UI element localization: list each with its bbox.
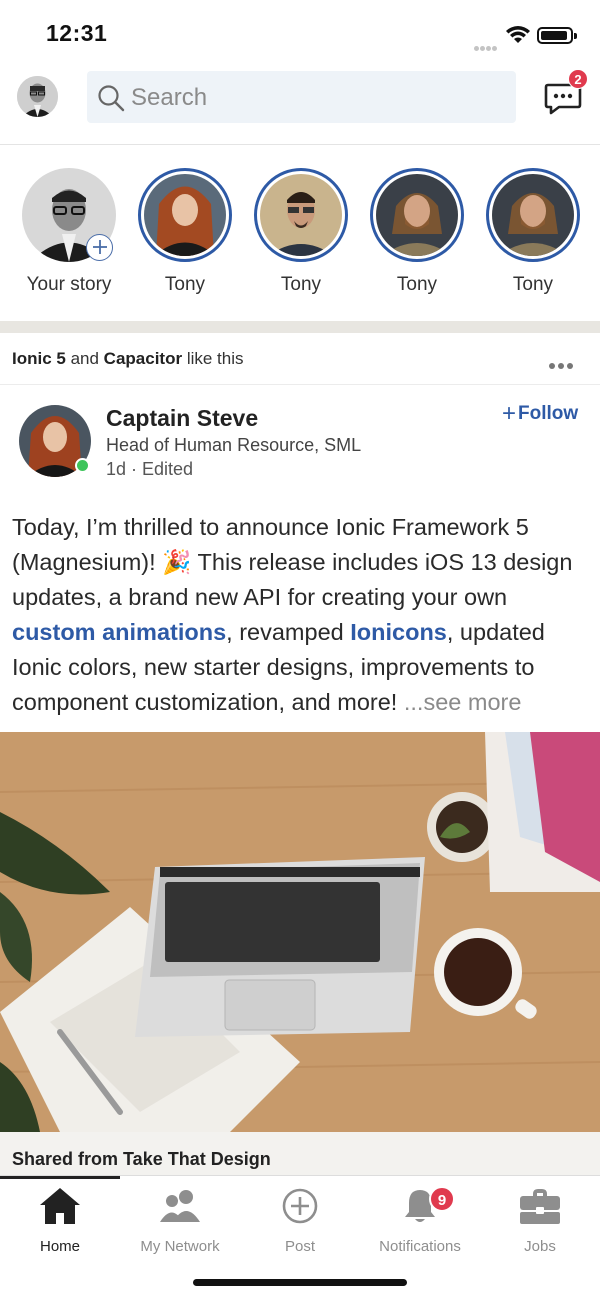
search-placeholder: Search: [131, 84, 208, 111]
profile-photo: [17, 76, 58, 117]
active-tab-indicator: [0, 1176, 120, 1179]
post-text-1: Today, I’m thrilled to announce Ionic Fr…: [12, 514, 573, 610]
liked-by-2[interactable]: Capacitor: [104, 349, 182, 368]
liked-suffix: like this: [182, 349, 244, 368]
story-name: Tony: [280, 274, 322, 295]
wifi-icon: [506, 26, 530, 43]
add-post-icon: [282, 1188, 318, 1224]
post-text-2: , revamped: [226, 619, 351, 645]
tab-label: Jobs: [524, 1238, 556, 1255]
tab-label: Home: [39, 1238, 80, 1255]
post-link-ionicons[interactable]: Ionicons: [350, 619, 447, 645]
story-avatar: [260, 174, 342, 256]
story-avatar: [376, 174, 458, 256]
post-social-context: Ionic 5 and Capacitor like this: [0, 333, 600, 385]
post-author: Captain Steve Head of Human Resource, SM…: [0, 385, 600, 495]
tab-label: Post: [284, 1238, 315, 1255]
follow-button[interactable]: + Follow: [502, 400, 578, 428]
stories-row: Your story Tony Tony Tony Tony: [0, 146, 600, 321]
home-icon: [40, 1188, 80, 1224]
liked-by-text: Ionic 5 and Capacitor like this: [12, 349, 244, 369]
online-status-indicator: [75, 458, 90, 473]
status-time: 12:31: [46, 20, 108, 46]
add-story-icon[interactable]: [86, 234, 113, 261]
tab-notifications[interactable]: 9 Notifications: [360, 1184, 480, 1255]
plus-icon: +: [502, 400, 517, 427]
profile-avatar[interactable]: [17, 76, 58, 117]
home-indicator: [193, 1279, 407, 1286]
messages-badge: 2: [568, 69, 588, 89]
search-input[interactable]: Search: [87, 71, 516, 123]
story-item[interactable]: Tony: [251, 168, 351, 296]
story-item[interactable]: Tony: [483, 168, 583, 296]
post-timestamp: 1d · Edited: [106, 459, 194, 479]
post-image[interactable]: [0, 732, 600, 1132]
author-name[interactable]: Captain Steve: [106, 405, 258, 432]
notifications-badge: 9: [429, 1186, 455, 1212]
my-network-icon: [160, 1190, 200, 1222]
tab-label: My Network: [140, 1238, 220, 1255]
post-body: Today, I’m thrilled to announce Ionic Fr…: [12, 510, 590, 720]
more-options-icon[interactable]: [549, 356, 576, 374]
liked-by-1[interactable]: Ionic 5: [12, 349, 66, 368]
story-name: Tony: [512, 274, 554, 295]
tab-home[interactable]: Home: [0, 1184, 120, 1255]
post-link-custom-animations[interactable]: custom animations: [12, 619, 226, 645]
shared-from-bar[interactable]: Shared from Take That Design: [0, 1132, 600, 1176]
liked-and: and: [65, 349, 104, 368]
story-name: Tony: [396, 274, 438, 295]
story-item[interactable]: Tony: [367, 168, 467, 296]
tab-my-network[interactable]: My Network: [120, 1184, 240, 1255]
battery-icon: [537, 27, 577, 44]
top-header: Search 2: [0, 60, 600, 145]
story-name: Tony: [164, 274, 206, 295]
search-icon: [98, 85, 125, 112]
story-item[interactable]: Tony: [135, 168, 235, 296]
story-your-story[interactable]: Your story: [19, 168, 119, 296]
tab-label: Notifications: [379, 1238, 461, 1255]
see-more-link[interactable]: ...see more: [404, 689, 522, 715]
story-avatar: [144, 174, 226, 256]
signal-icon: [474, 38, 498, 56]
author-role: Head of Human Resource, SML: [106, 435, 362, 455]
story-name: Your story: [26, 274, 112, 295]
tab-post[interactable]: Post: [240, 1184, 360, 1255]
story-avatar: [492, 174, 574, 256]
follow-label: Follow: [518, 403, 579, 424]
status-bar: 12:31: [0, 0, 600, 60]
shared-from-text: Shared from Take That Design: [12, 1149, 271, 1169]
tab-jobs[interactable]: Jobs: [480, 1184, 600, 1255]
briefcase-icon: [520, 1189, 560, 1224]
section-divider: [0, 321, 600, 333]
